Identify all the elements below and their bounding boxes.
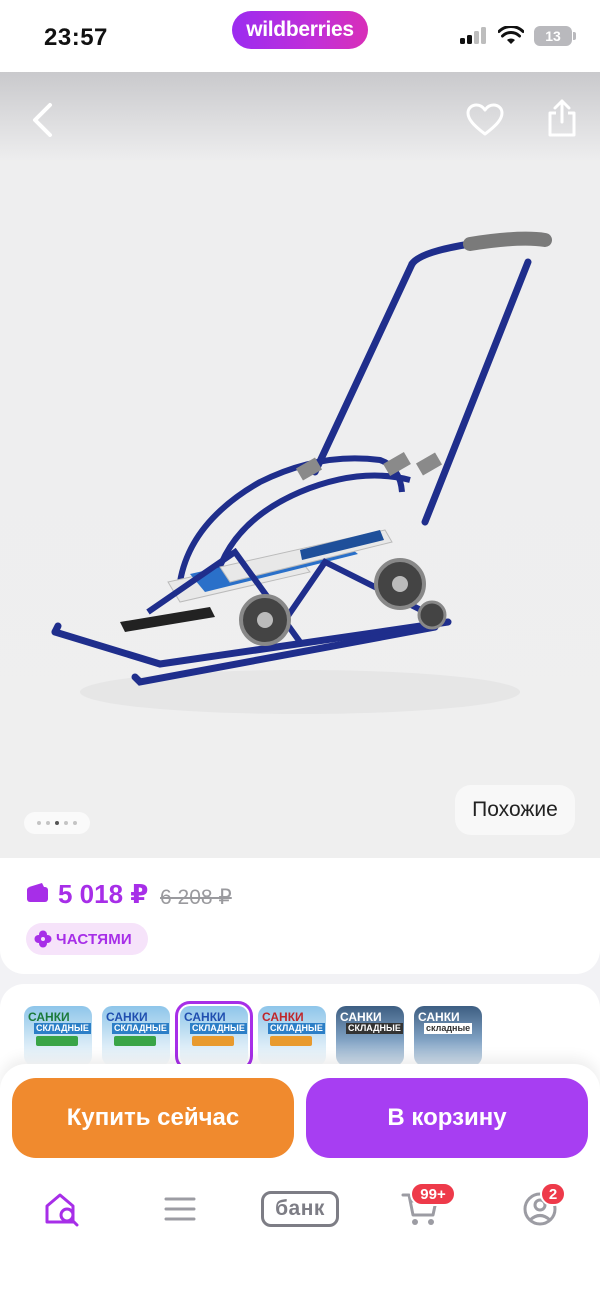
cart-badge: 99+	[410, 1182, 456, 1206]
tab-home[interactable]	[40, 1176, 84, 1242]
variant-thumbnail[interactable]: САНКИ СКЛАДНЫЕ	[102, 1006, 170, 1066]
pagination-dot	[73, 821, 77, 825]
home-search-icon	[45, 1193, 79, 1227]
variant-chip	[270, 1036, 312, 1046]
variant-subtitle: СКЛАДНЫЕ	[34, 1023, 91, 1034]
profile-badge: 2	[540, 1182, 566, 1206]
variant-chip	[114, 1036, 156, 1046]
bottom-action-bar: Купить сейчас В корзину банк 99+ 2	[0, 1064, 600, 1297]
old-price: 6 208 ₽	[160, 886, 232, 909]
installments-badge[interactable]: ЧАСТЯМИ	[26, 923, 148, 955]
variant-subtitle: СКЛАДНЫЕ	[112, 1023, 169, 1034]
price: 5 018 ₽	[58, 879, 149, 909]
bank-label: банк	[261, 1191, 339, 1227]
installments-label: ЧАСТЯМИ	[56, 930, 132, 948]
status-bar: 23:57 wildberries 13	[0, 0, 600, 72]
pagination-dot	[37, 821, 41, 825]
favorite-button[interactable]	[464, 100, 506, 140]
tab-catalog[interactable]	[160, 1176, 200, 1242]
similar-button[interactable]: Похожие	[455, 785, 575, 835]
variant-thumbnail[interactable]: САНКИ складные	[414, 1006, 482, 1066]
status-icons: 13	[460, 26, 576, 46]
buy-now-button[interactable]: Купить сейчас	[12, 1078, 294, 1158]
heart-icon	[466, 103, 504, 136]
variant-thumbnails: САНКИ СКЛАДНЫЕ САНКИ СКЛАДНЫЕ САНКИ СКЛА…	[24, 1001, 482, 1071]
variant-title: САНКИ	[262, 1010, 304, 1024]
variant-title: САНКИ	[418, 1010, 460, 1024]
variant-thumbnail[interactable]: САНКИ СКЛАДНЫЕ	[336, 1006, 404, 1066]
tab-bank[interactable]: банк	[260, 1176, 340, 1242]
brand-pill[interactable]: wildberries	[232, 11, 368, 49]
variant-title: САНКИ	[340, 1010, 382, 1024]
pagination-dot	[46, 821, 50, 825]
pagination-dot	[64, 821, 68, 825]
battery-icon: 13	[534, 26, 576, 46]
status-time: 23:57	[44, 24, 108, 51]
share-button[interactable]	[542, 96, 582, 140]
variant-title: САНКИ	[106, 1010, 148, 1024]
price-card: 5 018 ₽ 6 208 ₽ ЧАСТЯМИ	[0, 858, 600, 974]
variant-subtitle: СКЛАДНЫЕ	[268, 1023, 325, 1034]
variant-thumbnail[interactable]: САНКИ СКЛАДНЫЕ	[24, 1006, 92, 1066]
variant-chip	[192, 1036, 234, 1046]
wallet-icon	[27, 883, 48, 902]
tab-bar: банк 99+ 2	[0, 1176, 600, 1242]
pagination-dot-active	[55, 821, 59, 825]
clover-icon	[34, 930, 52, 948]
wifi-icon	[498, 26, 524, 44]
tab-profile[interactable]: 2	[520, 1176, 566, 1242]
variant-thumbnail[interactable]: САНКИ СКЛАДНЫЕ	[258, 1006, 326, 1066]
product-gallery[interactable]: Похожие	[0, 72, 600, 858]
signal-icon	[460, 27, 486, 44]
variant-title: САНКИ	[184, 1010, 226, 1024]
variant-subtitle: СКЛАДНЫЕ	[190, 1023, 247, 1034]
gallery-pagination	[24, 812, 90, 834]
variant-title: САНКИ	[28, 1010, 70, 1024]
back-button[interactable]	[24, 100, 60, 140]
product-image[interactable]	[40, 222, 560, 722]
variant-thumbnail-selected[interactable]: САНКИ СКЛАДНЫЕ	[175, 1001, 253, 1071]
variant-subtitle: СКЛАДНЫЕ	[346, 1023, 403, 1034]
menu-icon	[164, 1197, 196, 1221]
tab-cart[interactable]: 99+	[398, 1176, 456, 1242]
variant-subtitle: складные	[424, 1023, 473, 1034]
chevron-left-icon	[33, 103, 52, 137]
variant-chip	[36, 1036, 78, 1046]
share-icon	[548, 99, 576, 137]
add-to-cart-button[interactable]: В корзину	[306, 1078, 588, 1158]
